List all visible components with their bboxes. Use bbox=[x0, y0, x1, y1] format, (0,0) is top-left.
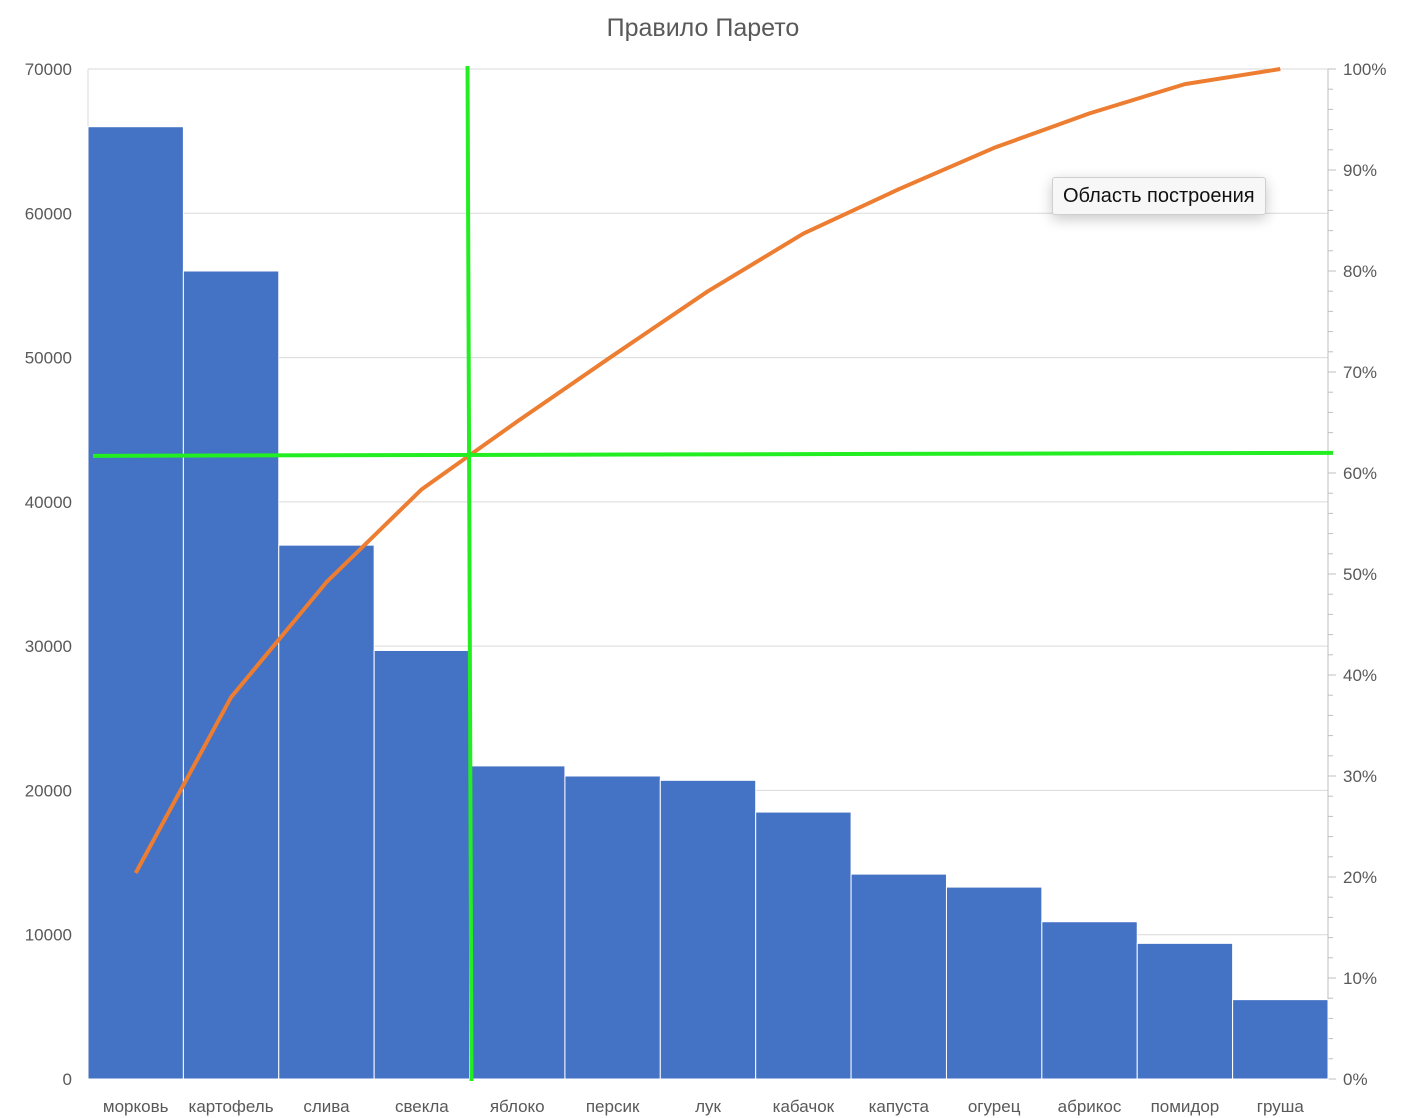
category-label: свекла bbox=[395, 1097, 449, 1116]
y2-tick-label: 50% bbox=[1343, 565, 1377, 584]
bar[interactable] bbox=[945, 886, 1043, 1080]
bar[interactable] bbox=[1136, 942, 1234, 1080]
y-tick-label: 70000 bbox=[25, 60, 72, 79]
category-axis: морковь картофель слива свекла яблоко персик л… bbox=[103, 1097, 1304, 1116]
bar[interactable] bbox=[850, 873, 947, 1080]
bar[interactable] bbox=[469, 765, 566, 1080]
y2-tick-label: 70% bbox=[1343, 363, 1377, 382]
category-label: морковь bbox=[103, 1097, 169, 1116]
y2-tick-label: 90% bbox=[1343, 161, 1377, 180]
category-label: груша bbox=[1257, 1097, 1305, 1116]
bar[interactable] bbox=[87, 126, 184, 1080]
bar[interactable] bbox=[1232, 999, 1329, 1080]
category-label: огурец bbox=[968, 1097, 1021, 1116]
category-label: абрикос bbox=[1058, 1097, 1122, 1116]
bar[interactable] bbox=[182, 270, 280, 1080]
y-axis-right: 0% 10% 20% 30% 40% 50% 60% 70% 80% 90% 100% bbox=[1328, 60, 1386, 1089]
y2-tick-label: 20% bbox=[1343, 868, 1377, 887]
y2-tick-label: 60% bbox=[1343, 464, 1377, 483]
y2-tick-label: 0% bbox=[1343, 1070, 1368, 1089]
category-label: картофель bbox=[189, 1097, 274, 1116]
bar[interactable] bbox=[1041, 921, 1138, 1080]
category-label: помидор bbox=[1151, 1097, 1220, 1116]
y-tick-label: 60000 bbox=[25, 204, 72, 223]
category-label: яблоко bbox=[490, 1097, 545, 1116]
bar[interactable] bbox=[564, 775, 661, 1080]
y-tick-label: 20000 bbox=[25, 781, 72, 800]
y2-tick-label: 40% bbox=[1343, 666, 1377, 685]
y2-tick-label: 10% bbox=[1343, 969, 1377, 988]
category-label: кабачок bbox=[773, 1097, 835, 1116]
bar[interactable] bbox=[755, 811, 852, 1080]
y-tick-label: 40000 bbox=[25, 493, 72, 512]
y-tick-label: 10000 bbox=[25, 926, 72, 945]
y-tick-label: 0 bbox=[63, 1070, 72, 1089]
bar[interactable] bbox=[373, 649, 471, 1080]
y2-tick-label: 30% bbox=[1343, 767, 1377, 786]
category-label: персик bbox=[586, 1097, 640, 1116]
y2-tick-label: 80% bbox=[1343, 262, 1377, 281]
plot-area-tooltip: Область построения bbox=[1052, 177, 1266, 215]
y-tick-label: 30000 bbox=[25, 637, 72, 656]
y2-tick-label: 100% bbox=[1343, 60, 1386, 79]
chart-title: Правило Парето bbox=[607, 14, 800, 42]
category-label: слива bbox=[303, 1097, 350, 1116]
pareto-chart: Правило Парето 0 10000 20000 30000 40000 5000… bbox=[25, 14, 1387, 1116]
bar-series[interactable] bbox=[87, 126, 1329, 1080]
bar[interactable] bbox=[659, 779, 757, 1080]
category-label: лук bbox=[695, 1097, 721, 1116]
y-tick-label: 50000 bbox=[25, 349, 72, 368]
y-axis-left: 0 10000 20000 30000 40000 50000 60000 70000 bbox=[25, 60, 72, 1089]
category-label: капуста bbox=[869, 1097, 930, 1116]
